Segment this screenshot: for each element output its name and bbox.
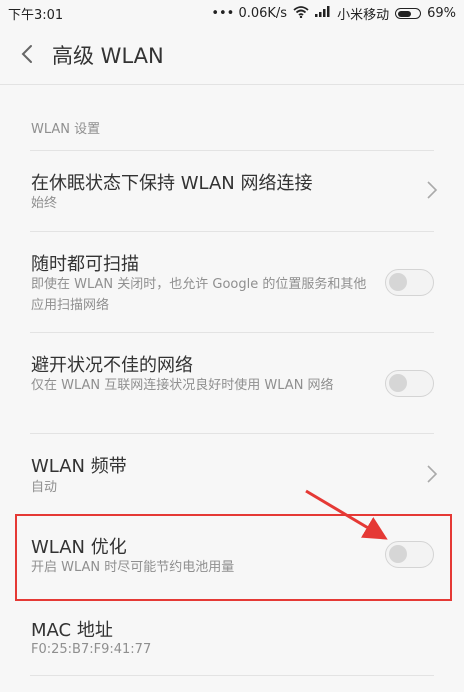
avoid-poor-networks-toggle[interactable] [385,370,434,397]
setting-title: 随时都可扫描 [31,254,139,275]
status-right: ••• 0.06K/s 小米移动 69% [211,4,456,23]
toggle-knob [389,273,407,291]
network-speed: ••• 0.06K/s [211,6,288,21]
setting-avoid-poor-networks[interactable]: 避开状况不佳的网络 仅在 WLAN 互联网连接状况良好时使用 WLAN 网络 [0,333,464,433]
highlight-box [15,514,452,601]
setting-title: 避开状况不佳的网络 [31,355,193,376]
app-header: 高级 WLAN [0,24,464,85]
status-time: 下午3:01 [8,8,64,23]
battery-icon [395,8,422,19]
setting-keep-wlan-sleep[interactable]: 在休眠状态下保持 WLAN 网络连接 始终 [0,151,464,231]
page-title: 高级 WLAN [52,44,164,68]
carrier-name: 小米移动 [337,8,390,23]
always-scan-toggle[interactable] [385,269,434,296]
mac-address-value: F0:25:B7:F9:41:77 [31,642,152,657]
setting-title: 在休眠状态下保持 WLAN 网络连接 [31,173,313,194]
setting-title: WLAN 频带 [31,456,127,477]
setting-always-scan[interactable]: 随时都可扫描 即使在 WLAN 关闭时，也允许 Google 的位置服务和其他应… [0,232,464,332]
back-button[interactable] [16,40,40,68]
setting-subtitle: 即使在 WLAN 关闭时，也允许 Google 的位置服务和其他应用扫描网络 [31,277,367,313]
chevron-right-icon [427,181,438,199]
setting-mac-address: MAC 地址 F0:25:B7:F9:41:77 [0,602,464,692]
setting-subtitle: 始终 [31,196,58,211]
toggle-knob [389,374,407,392]
chevron-left-icon [21,45,32,63]
battery-percent: 69% [427,6,456,21]
setting-subtitle: 自动 [31,480,58,495]
wifi-icon [293,5,309,22]
chevron-right-icon [427,465,438,483]
section-title: WLAN 设置 [31,122,101,137]
setting-subtitle: 仅在 WLAN 互联网连接状况良好时使用 WLAN 网络 [31,378,334,393]
status-bar: 下午3:01 ••• 0.06K/s 小米移动 69% [0,0,464,24]
signal-icon [315,6,331,21]
divider [30,675,434,676]
setting-wlan-band[interactable]: WLAN 频带 自动 [0,434,464,514]
